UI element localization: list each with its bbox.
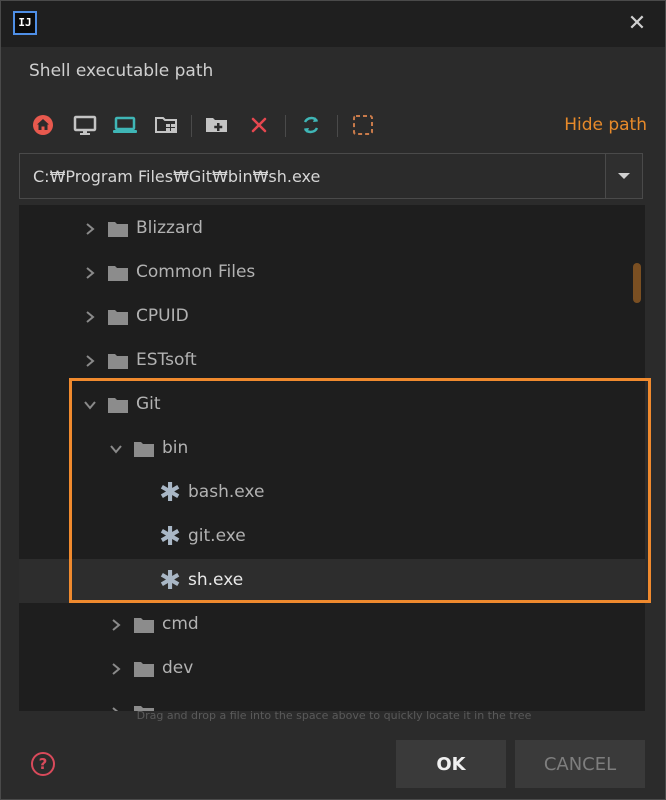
tree-item-label: cmd	[162, 614, 199, 634]
home-icon[interactable]	[29, 111, 57, 139]
folder-icon	[108, 354, 128, 369]
tree-scrollbar-thumb[interactable]	[633, 263, 641, 303]
refresh-icon[interactable]	[297, 111, 325, 139]
chevron-right-icon[interactable]	[83, 266, 97, 280]
toolbar-separator	[285, 115, 286, 137]
tree-item-label: CPUID	[136, 306, 189, 326]
intellij-logo: IJ	[13, 11, 37, 35]
module-folder-icon[interactable]	[153, 111, 181, 139]
delete-icon[interactable]	[245, 111, 273, 139]
drag-drop-hint: Drag and drop a file into the space abov…	[136, 709, 532, 722]
tree-folder-row[interactable]: dev	[19, 647, 645, 691]
path-input[interactable]	[21, 155, 605, 197]
laptop-icon[interactable]	[111, 111, 139, 139]
toolbar-separator	[191, 115, 192, 137]
tree-item-label: ESTsoft	[136, 350, 197, 370]
hide-path-link[interactable]: Hide path	[564, 115, 647, 135]
chevron-right-icon[interactable]	[83, 310, 97, 324]
chevron-right-icon[interactable]	[83, 354, 97, 368]
tree-item-label: Blizzard	[136, 218, 203, 238]
new-folder-icon[interactable]	[203, 111, 231, 139]
tree-folder-row[interactable]: CPUID	[19, 295, 645, 339]
tree-folder-row[interactable]: cmd	[19, 603, 645, 647]
help-icon[interactable]: ?	[31, 752, 55, 776]
cancel-button[interactable]: CANCEL	[515, 740, 645, 788]
tree-item-label: Common Files	[136, 262, 256, 282]
folder-icon	[108, 222, 128, 237]
dialog-window: IJ ✕ Shell executable path Hide path C:₩…	[0, 0, 666, 800]
desktop-icon[interactable]	[71, 111, 99, 139]
chevron-right-icon[interactable]	[109, 618, 123, 632]
tree-folder-row[interactable]: Common Files	[19, 251, 645, 295]
folder-icon	[134, 662, 154, 677]
ok-button[interactable]: OK	[396, 740, 506, 788]
tree-folder-row[interactable]: ESTsoft	[19, 339, 645, 383]
chevron-right-icon[interactable]	[109, 662, 123, 676]
chevron-right-icon[interactable]	[83, 222, 97, 236]
tree-folder-row[interactable]: Blizzard	[19, 207, 645, 251]
chevron-down-icon	[618, 173, 630, 179]
path-field	[19, 153, 643, 199]
folder-icon	[108, 266, 128, 281]
annotation-highlight	[69, 378, 651, 603]
toolbar-separator	[337, 115, 338, 137]
select-area-icon[interactable]	[349, 111, 377, 139]
dialog-title: Shell executable path	[29, 61, 214, 81]
tree-folder-row[interactable]	[19, 691, 645, 711]
title-bar: IJ ✕	[1, 1, 665, 47]
path-dropdown-button[interactable]	[605, 154, 642, 198]
folder-icon	[108, 310, 128, 325]
tree-item-label: dev	[162, 658, 194, 678]
close-button[interactable]: ✕	[623, 10, 651, 38]
folder-icon	[134, 618, 154, 633]
